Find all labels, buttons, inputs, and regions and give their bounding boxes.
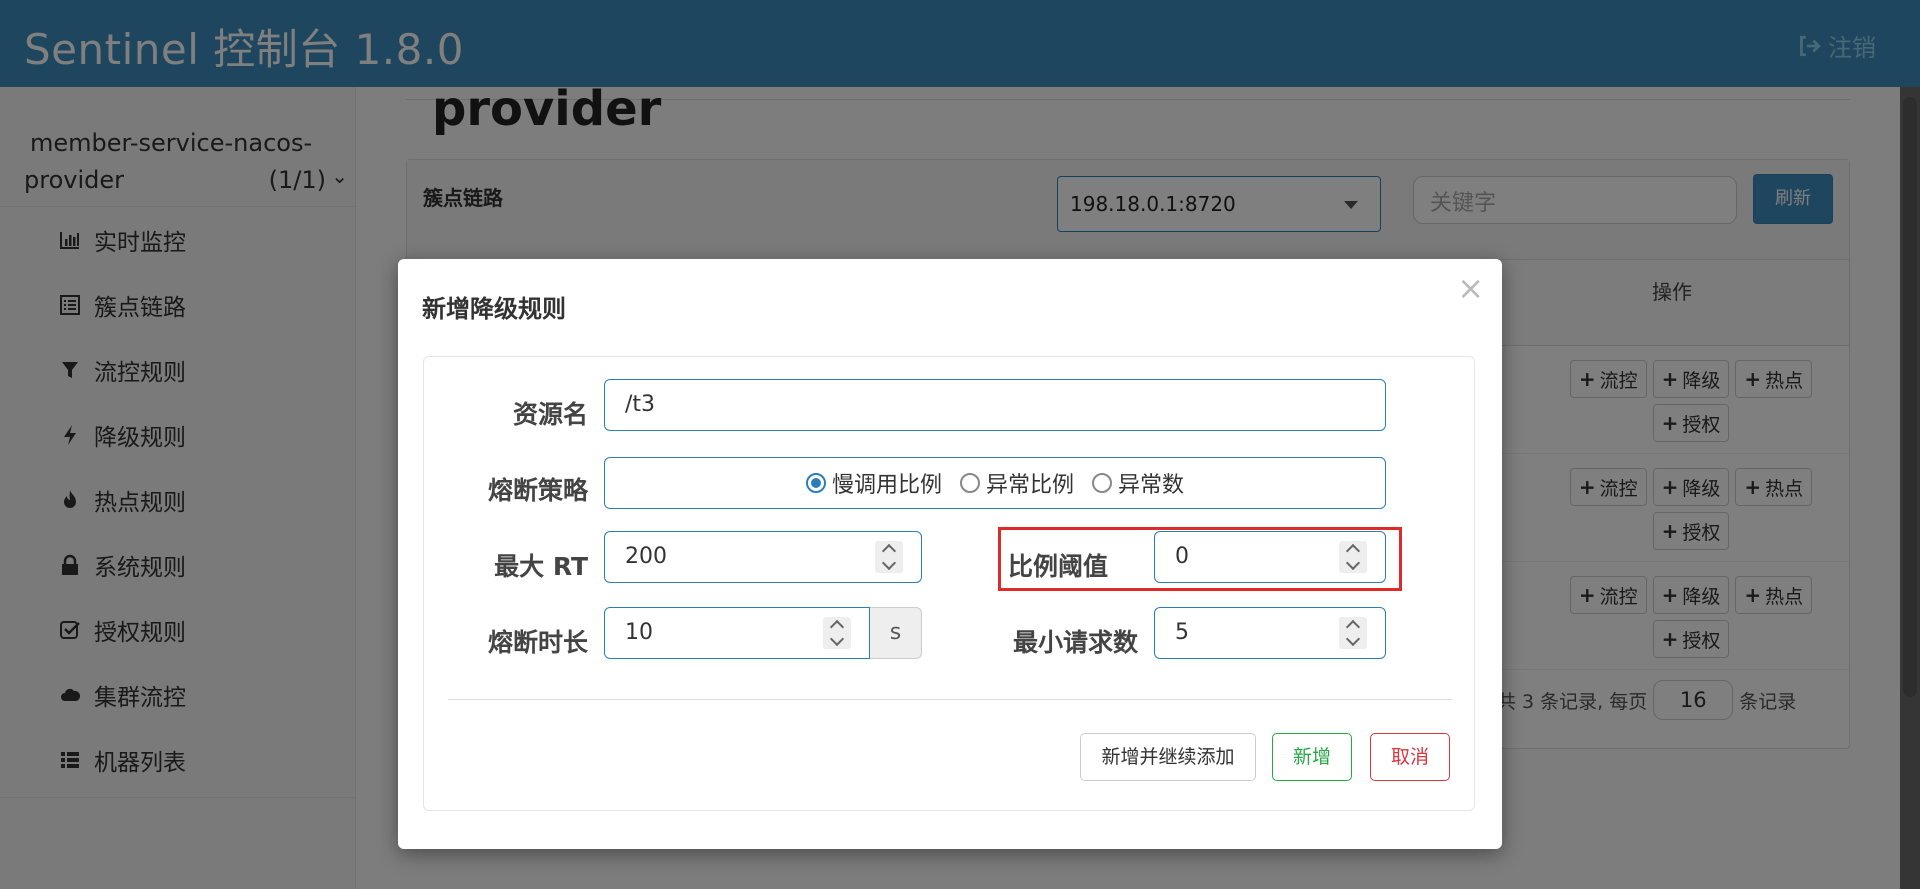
break-duration-label: 熔断时长 [487,628,588,657]
option-label: 异常数 [1118,473,1185,498]
radio-icon [959,473,980,493]
resource-name-label: 资源名 [512,400,588,429]
chevron-down-icon [881,555,897,571]
radio-icon [1092,473,1112,493]
form-divider [448,699,1452,700]
duration-unit-addon: s [870,607,922,659]
max-rt-label: 最大 RT [494,552,588,581]
strategy-radio-group: 慢调用比例 异常比例 异常数 [604,457,1386,509]
strategy-option-error-ratio[interactable]: 异常比例 [959,467,1074,499]
option-label: 异常比例 [985,473,1074,498]
annotation-highlight-box [998,527,1402,591]
number-spinner[interactable] [823,617,851,649]
option-label: 慢调用比例 [831,473,942,498]
number-spinner[interactable] [875,541,903,573]
chevron-down-icon [829,631,845,647]
min-requests-label: 最小请求数 [1012,628,1138,657]
number-spinner[interactable] [1339,617,1367,649]
strategy-label: 熔断策略 [487,476,588,505]
chevron-down-icon [1345,631,1361,647]
max-rt-input[interactable]: 200 [604,531,922,583]
resource-name-input[interactable]: /t3 [604,379,1386,431]
dialog-title: 新增降级规则 [422,295,566,323]
close-icon[interactable]: × [1457,269,1484,307]
break-duration-value: 10 [625,620,653,645]
break-duration-input[interactable]: 10 [604,607,870,659]
radio-checked-icon [805,473,826,493]
strategy-option-error-count[interactable]: 异常数 [1092,467,1184,499]
add-button[interactable]: 新增 [1272,733,1352,781]
min-requests-input[interactable]: 5 [1154,607,1386,659]
cancel-button[interactable]: 取消 [1370,733,1450,781]
max-rt-value: 200 [625,544,667,569]
strategy-option-slow-ratio[interactable]: 慢调用比例 [805,467,942,499]
add-and-continue-button[interactable]: 新增并继续添加 [1080,733,1256,781]
min-requests-value: 5 [1175,620,1189,645]
